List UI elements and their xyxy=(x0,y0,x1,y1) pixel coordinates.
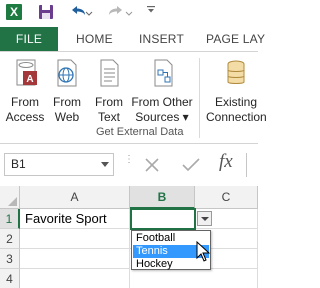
from-access-label-1: From xyxy=(11,95,39,109)
row-header-4[interactable]: 4 xyxy=(0,269,20,288)
ribbon-panel: A From Access From Web From Text From Ot… xyxy=(0,51,267,144)
ribbon-tabs: FILE HOME INSERT PAGE LAY xyxy=(0,27,265,51)
column-header-b[interactable]: B xyxy=(130,186,195,209)
svg-text:A: A xyxy=(26,74,33,85)
cell-a1[interactable]: Favorite Sport xyxy=(20,209,130,229)
from-other-sources-label-1: From Other xyxy=(131,95,193,109)
tab-home[interactable]: HOME xyxy=(76,27,113,51)
column-header-c[interactable]: C xyxy=(195,186,258,209)
formula-bar-divider xyxy=(246,153,247,177)
from-text-label-1: From xyxy=(95,95,123,109)
formula-bar: B1 ⋮ fx xyxy=(0,144,258,186)
enter-icon[interactable] xyxy=(182,157,200,173)
redo-icon[interactable] xyxy=(108,4,134,25)
worksheet-grid: A B C 1 2 3 4 Favorite Sport Football Te… xyxy=(0,186,258,288)
mouse-pointer-icon xyxy=(196,241,210,262)
text-file-icon xyxy=(100,59,119,87)
save-icon[interactable] xyxy=(38,4,54,23)
existing-connections-label-1: Existing xyxy=(214,95,258,109)
access-database-icon: A xyxy=(16,59,37,86)
from-access-label-2: Access xyxy=(5,110,45,124)
tab-page-layout[interactable]: PAGE LAY xyxy=(206,27,265,51)
from-web-label-1: From xyxy=(53,95,81,109)
chevron-down-icon xyxy=(201,217,209,221)
insert-function-icon[interactable]: fx xyxy=(219,151,233,173)
cell-dropdown-button[interactable] xyxy=(197,211,212,226)
existing-connections-label-2: Connection xyxy=(206,110,267,124)
customize-dropdown-icon[interactable] xyxy=(146,4,156,18)
column-header-a[interactable]: A xyxy=(20,186,130,209)
from-text-label-2: Text xyxy=(97,110,120,124)
other-sources-icon xyxy=(154,59,173,87)
tab-file[interactable]: FILE xyxy=(0,27,58,51)
cell-c4[interactable] xyxy=(195,269,258,288)
existing-connections-button[interactable]: Existing Connection xyxy=(206,57,267,125)
row-header-3[interactable]: 3 xyxy=(0,249,20,269)
from-other-sources-button[interactable]: From Other Sources ▾ xyxy=(130,57,194,125)
undo-icon[interactable] xyxy=(68,4,94,25)
from-web-label-2: Web xyxy=(54,110,80,124)
cell-a3[interactable] xyxy=(20,249,130,269)
group-label-get-external-data: Get External Data xyxy=(96,126,184,138)
excel-logo-icon: X xyxy=(6,4,22,20)
row-header-1[interactable]: 1 xyxy=(0,209,20,229)
quick-access-toolbar: X xyxy=(0,0,258,27)
tab-insert[interactable]: INSERT xyxy=(139,27,184,51)
cell-a4[interactable] xyxy=(20,269,130,288)
from-text-button[interactable]: From Text xyxy=(91,57,127,125)
name-box-dropdown-icon[interactable] xyxy=(101,162,109,168)
from-web-button[interactable]: From Web xyxy=(49,57,85,125)
cell-b1-selected[interactable] xyxy=(130,208,196,230)
from-other-sources-label-2: Sources ▾ xyxy=(135,110,189,124)
select-all-corner[interactable] xyxy=(0,186,20,209)
cell-a2[interactable] xyxy=(20,229,130,249)
existing-connections-icon xyxy=(227,60,245,84)
name-box-value: B1 xyxy=(11,157,26,171)
from-access-button[interactable]: A From Access xyxy=(3,57,47,125)
web-globe-icon xyxy=(57,59,77,87)
name-box[interactable]: B1 xyxy=(4,153,114,176)
row-header-2[interactable]: 2 xyxy=(0,229,20,249)
formula-bar-grip-icon: ⋮ xyxy=(124,154,134,165)
cancel-icon[interactable] xyxy=(144,157,160,173)
